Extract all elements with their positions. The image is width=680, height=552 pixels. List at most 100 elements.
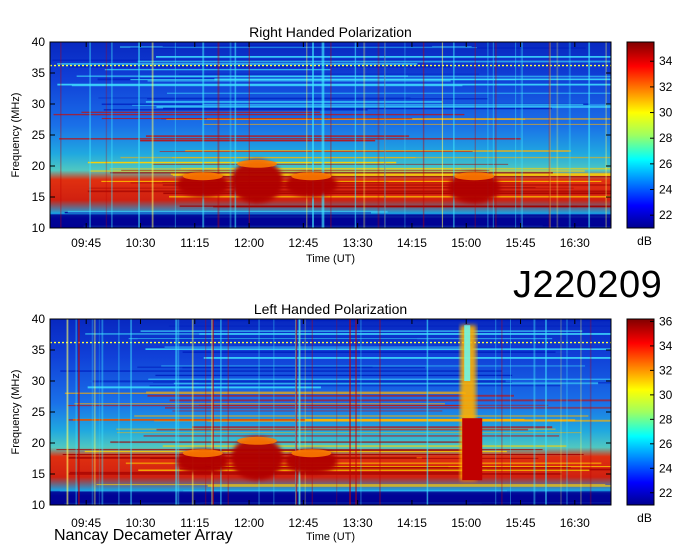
- vertical-spike: [566, 319, 568, 505]
- colorbar-tick-label: 28: [659, 131, 673, 145]
- x-tick-label: 10:30: [125, 236, 155, 250]
- spectrogram-image: [50, 42, 611, 228]
- colorbar-tick-label: 22: [659, 486, 673, 500]
- colorbar-tick-label: 24: [659, 461, 673, 475]
- burst-edge: [237, 159, 278, 168]
- colorbar-tick-label: 26: [659, 157, 673, 171]
- interference-line: [149, 384, 561, 387]
- y-tick-label: 20: [32, 436, 46, 450]
- vertical-spike: [515, 42, 517, 228]
- vertical-spike: [98, 319, 100, 505]
- instrument-label: Nancay Decameter Array: [54, 527, 233, 544]
- x-axis-label: Time (UT): [306, 531, 355, 543]
- panel-title: Right Handed Polarization: [249, 24, 412, 40]
- colorbar-tick-label: 28: [659, 412, 673, 426]
- y-tick-label: 30: [32, 374, 46, 388]
- x-tick-label: 12:45: [288, 516, 318, 530]
- colorbar-tick-label: 34: [659, 339, 673, 353]
- x-tick-label: 12:00: [234, 516, 264, 530]
- interference-line: [87, 386, 321, 389]
- colorbar-tick-label: 24: [659, 183, 673, 197]
- colorbar-tick-label: 36: [659, 314, 673, 328]
- vertical-spike: [295, 319, 298, 505]
- interference-line: [67, 210, 388, 213]
- vertical-spike: [495, 42, 497, 228]
- vertical-spike: [60, 42, 62, 228]
- burst-edge: [291, 449, 332, 458]
- vertical-spike: [212, 319, 214, 505]
- vertical-spike: [560, 319, 562, 505]
- vertical-spike: [273, 319, 275, 505]
- observation-id: J220209: [513, 264, 663, 306]
- vertical-spike: [202, 42, 205, 228]
- interference-line: [67, 405, 468, 407]
- colorbar-tick-label: 30: [659, 106, 673, 120]
- interference-line: [164, 346, 473, 348]
- vertical-spike: [336, 319, 338, 505]
- interference-line: [140, 75, 611, 78]
- vertical-spike: [227, 319, 229, 505]
- interference-line: [101, 180, 602, 182]
- vertical-spike: [349, 319, 351, 505]
- interference-line: [81, 111, 320, 113]
- vertical-spike: [78, 319, 80, 505]
- colorbar-tick-label: 32: [659, 363, 673, 377]
- colorbar-tick-label: 26: [659, 437, 673, 451]
- colorbar-label: dB: [637, 234, 652, 248]
- vertical-spike: [312, 42, 315, 228]
- vertical-spike: [93, 319, 96, 505]
- x-tick-label: 15:00: [451, 236, 481, 250]
- vertical-spike: [363, 42, 366, 228]
- vertical-spike: [510, 319, 511, 505]
- interference-line: [87, 190, 611, 193]
- y-tick-label: 35: [32, 343, 46, 357]
- x-tick-label: 09:45: [71, 236, 101, 250]
- y-tick-label: 30: [32, 97, 46, 111]
- x-tick-label: 13:30: [343, 236, 373, 250]
- spectrogram-image: [50, 319, 611, 505]
- y-tick-label: 10: [32, 221, 46, 235]
- vertical-spike: [220, 319, 222, 505]
- low-band: [50, 491, 611, 505]
- x-tick-label: 14:15: [397, 516, 427, 530]
- vertical-spike: [549, 42, 551, 228]
- interference-line: [57, 83, 611, 86]
- vertical-spike: [130, 319, 133, 505]
- vertical-spike: [379, 319, 381, 505]
- vertical-spike: [217, 42, 220, 228]
- x-tick-label: 13:30: [343, 516, 373, 530]
- vertical-spike: [311, 319, 313, 505]
- colorbar-tick-label: 34: [659, 54, 673, 68]
- vertical-spike: [177, 319, 180, 505]
- vertical-spike: [441, 42, 444, 228]
- vertical-spike: [452, 42, 455, 228]
- vertical-spike: [354, 42, 357, 228]
- vertical-spike: [105, 42, 108, 228]
- interference-line: [59, 137, 521, 140]
- y-axis-label: Frequency (MHz): [10, 93, 22, 178]
- colorbar: [626, 318, 655, 506]
- interference-line: [121, 169, 490, 171]
- vertical-spike: [568, 42, 571, 228]
- vertical-spike: [174, 42, 176, 228]
- vertical-spike: [91, 319, 93, 505]
- interference-line: [60, 370, 503, 372]
- vertical-spike: [377, 42, 380, 228]
- y-tick-label: 25: [32, 405, 46, 419]
- vertical-spike: [234, 42, 237, 228]
- interference-line: [110, 441, 478, 444]
- vertical-spike: [330, 42, 332, 228]
- vertical-spike: [580, 319, 582, 505]
- interference-line: [152, 163, 509, 165]
- interference-line: [53, 113, 465, 116]
- vertical-spike: [229, 42, 232, 228]
- interference-line: [155, 374, 513, 377]
- y-tick-label: 15: [32, 467, 46, 481]
- interference-line: [159, 151, 473, 153]
- interference-line: [147, 394, 514, 397]
- vertical-spike: [384, 42, 386, 228]
- interference-line: [182, 351, 556, 353]
- vertical-spike: [426, 319, 429, 505]
- vertical-spike: [111, 42, 113, 228]
- interference-line: [74, 403, 445, 405]
